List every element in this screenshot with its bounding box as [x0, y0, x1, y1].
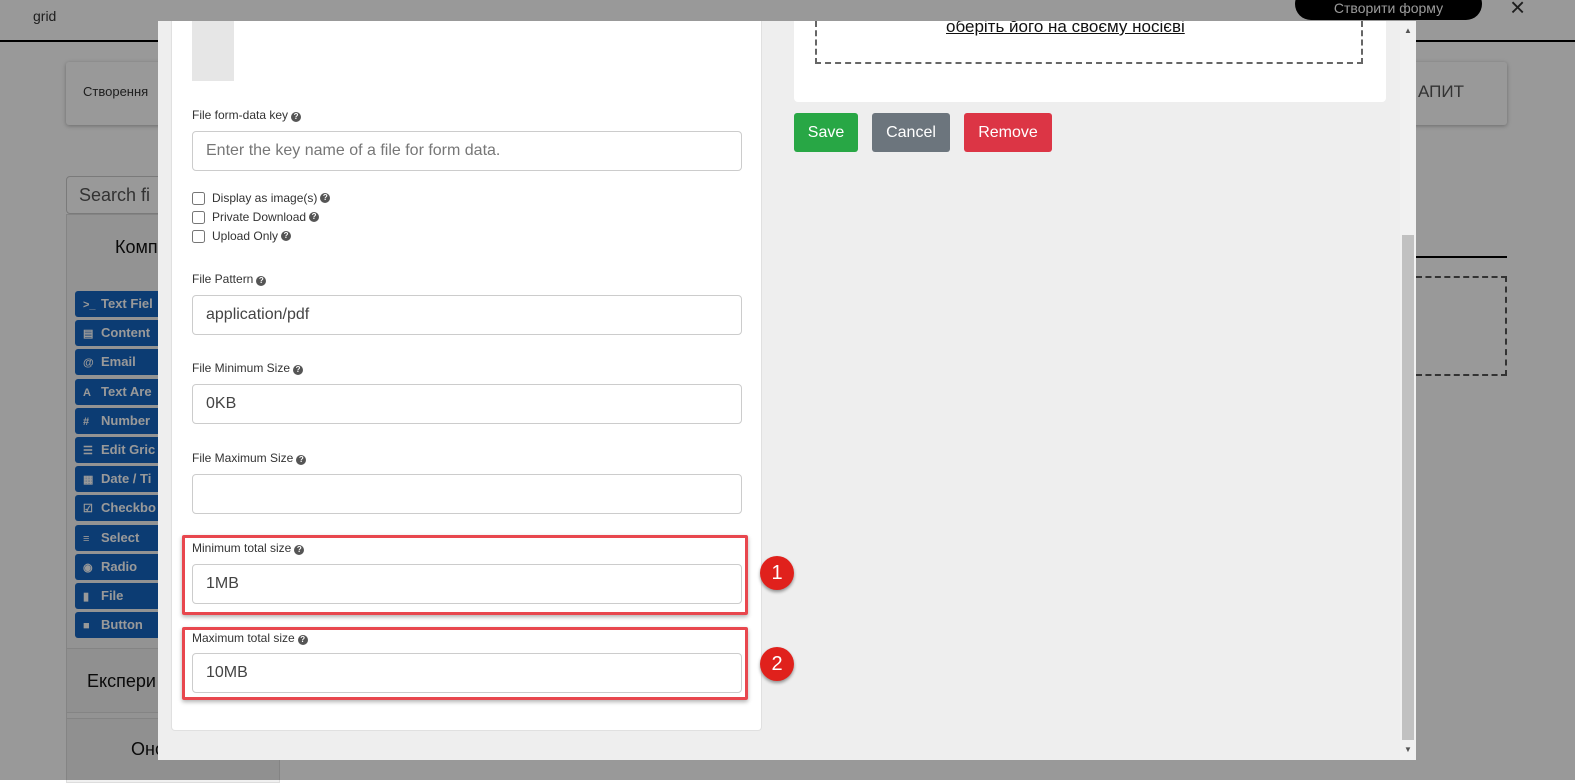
help-icon[interactable]: ?: [320, 193, 331, 203]
checkbox-label: Display as image(s): [212, 191, 318, 205]
help-icon[interactable]: ?: [256, 276, 267, 286]
file-pattern-label: File Pattern: [192, 272, 254, 286]
help-icon[interactable]: ?: [309, 212, 320, 222]
help-icon[interactable]: ?: [293, 365, 304, 375]
checkbox[interactable]: [192, 191, 205, 205]
file-pattern-input[interactable]: [192, 295, 742, 335]
scroll-down-icon[interactable]: ▼: [1404, 745, 1412, 754]
checkbox-label: Upload Only: [212, 229, 279, 243]
file-max-size-label: File Maximum Size: [192, 451, 294, 465]
scrollbar[interactable]: ▲ ▼: [1400, 21, 1416, 760]
cancel-button[interactable]: Cancel: [872, 113, 950, 152]
private-download-checkbox[interactable]: Private Download?: [192, 210, 320, 224]
help-icon[interactable]: ?: [281, 231, 292, 241]
file-min-size-input[interactable]: [192, 384, 742, 424]
checkbox[interactable]: [192, 229, 205, 243]
save-button[interactable]: Save: [794, 113, 858, 152]
file-max-size-input[interactable]: [192, 474, 742, 514]
checkbox[interactable]: [192, 210, 205, 224]
annotation-badge-2: 2: [760, 647, 794, 681]
scroll-up-icon[interactable]: ▲: [1404, 26, 1412, 35]
max-total-size-input[interactable]: [192, 653, 742, 693]
file-min-size-label: File Minimum Size: [192, 361, 291, 375]
settings-panel: File form-data key? Display as image(s)?…: [171, 21, 762, 731]
preview-panel: оберіть його на своєму носієві: [794, 21, 1386, 102]
upload-only-checkbox[interactable]: Upload Only?: [192, 229, 292, 243]
preview-placeholder: [192, 21, 234, 81]
remove-button[interactable]: Remove: [964, 113, 1052, 152]
display-as-image-checkbox[interactable]: Display as image(s)?: [192, 191, 331, 205]
browse-link[interactable]: оберіть його на своєму носієві: [946, 21, 1185, 37]
help-icon[interactable]: ?: [296, 455, 307, 465]
scrollbar-thumb[interactable]: [1402, 235, 1414, 740]
annotation-badge-1: 1: [760, 556, 794, 590]
component-settings-modal: File form-data key? Display as image(s)?…: [158, 21, 1416, 760]
min-total-size-label: Minimum total size: [192, 541, 292, 555]
help-icon[interactable]: ?: [297, 635, 308, 645]
min-total-size-input[interactable]: [192, 564, 742, 604]
max-total-size-label: Maximum total size: [192, 631, 295, 645]
help-icon[interactable]: ?: [294, 545, 305, 555]
file-key-input[interactable]: [192, 131, 742, 171]
checkbox-label: Private Download: [212, 210, 307, 224]
file-key-label: File form-data key: [192, 108, 289, 122]
help-icon[interactable]: ?: [291, 112, 302, 122]
